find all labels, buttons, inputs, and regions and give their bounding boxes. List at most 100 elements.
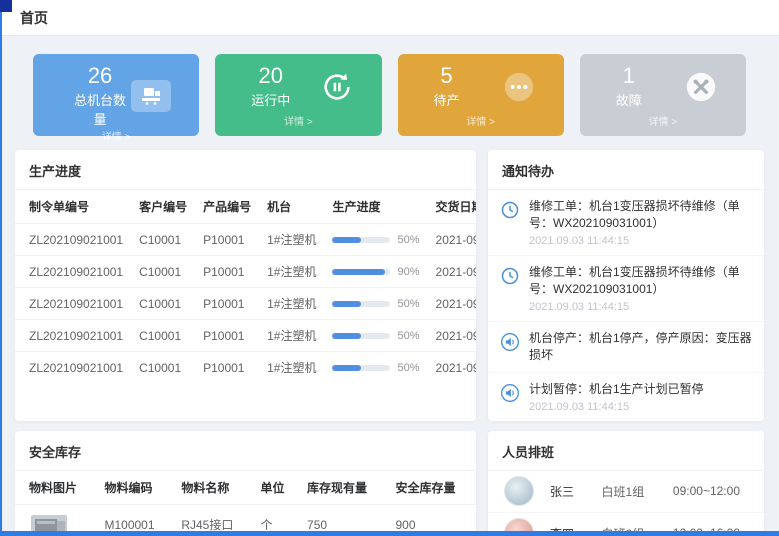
customer-cell: C10001 — [131, 256, 195, 288]
customer-cell: C10001 — [131, 320, 195, 352]
date-cell: 2021-09-10 — [428, 256, 476, 288]
progress-cell: 50% — [324, 352, 427, 384]
machine-cell: 1#注塑机 — [259, 320, 324, 352]
col-unit: 单位 — [252, 471, 299, 505]
notifications-panel-title: 通知待办 — [488, 150, 764, 190]
notification-body: 维修工单：机台1变压器损坏待维修（单号：WX202109031001） 2021… — [529, 264, 752, 313]
progress-bar — [332, 365, 390, 371]
production-progress-panel: 生产进度 制令单编号 客户编号 产品编号 机台 生产进度 交货日期 ZL2021… — [15, 150, 476, 421]
machine-cell: 1#注塑机 — [259, 256, 324, 288]
fault-value: 1 — [616, 64, 642, 88]
window-corner-accent — [0, 0, 12, 12]
order-no-cell: ZL202109021001 — [15, 288, 131, 320]
progress-label: 90% — [397, 266, 419, 278]
notification-text: 维修工单：机台1变压器损坏待维修（单号：WX202109031001） — [529, 264, 752, 299]
product-cell: P10001 — [195, 320, 259, 352]
notification-text: 维修工单：机台1变压器损坏待维修（单号：WX202109031001） — [529, 198, 752, 233]
notification-text: 计划暂停：机台1生产计划已暂停 — [529, 381, 704, 398]
notification-text: 机台停产：机台1停产，停产原因：变压器损坏 — [529, 330, 752, 365]
machine-cell: 1#注塑机 — [259, 224, 324, 256]
product-cell: P10001 — [195, 224, 259, 256]
progress-label: 50% — [397, 330, 419, 342]
stat-card-total-machines[interactable]: 26 总机台数量 详情 > — [33, 54, 199, 136]
stat-card-text: 20 运行中 — [251, 64, 290, 109]
waiting-detail-link[interactable]: 详情 > — [412, 113, 550, 130]
fault-label: 故障 — [616, 90, 642, 109]
product-cell: P10001 — [195, 256, 259, 288]
table-row: ZL202109021001 C10001 P10001 1#注塑机 50% 2… — [15, 352, 476, 384]
col-material-code: 物料编码 — [96, 471, 173, 505]
col-material-name: 物料名称 — [173, 471, 252, 505]
progress-bar — [332, 269, 390, 275]
notification-item[interactable]: 计划暂停：机台1生产计划已暂停 2021.09.03 11:44:15 — [488, 373, 764, 420]
order-no-cell: ZL202109021001 — [15, 256, 131, 288]
notification-time: 2021.09.03 11:44:15 — [529, 401, 704, 413]
col-product-no: 产品编号 — [195, 190, 259, 224]
stat-card-running[interactable]: 20 运行中 详情 > — [215, 54, 381, 136]
product-cell: P10001 — [195, 288, 259, 320]
col-machine: 机台 — [259, 190, 324, 224]
stat-card-body: 1 故障 — [594, 64, 732, 109]
notifications-panel: 通知待办 维修工单：机台1变压器损坏待维修（单号：WX202109031001）… — [488, 150, 764, 421]
notification-body: 机台停产：机台1停产，停产原因：变压器损坏 — [529, 330, 752, 365]
safety-stock-table: 物料图片 物料编码 物料名称 单位 库存现有量 安全库存量 M100001 — [15, 471, 476, 536]
date-cell: 2021-09-10 — [428, 224, 476, 256]
running-sync-icon — [320, 70, 354, 104]
notification-item[interactable]: 维修工单：机台1变压器损坏待维修（单号：WX202109031001） 2021… — [488, 190, 764, 256]
clock-icon — [500, 198, 520, 247]
machine-cell: 1#注塑机 — [259, 352, 324, 384]
stat-card-text: 5 待产 — [434, 64, 460, 109]
stat-card-body: 5 待产 — [412, 64, 550, 109]
notification-item[interactable]: 维修工单：机台1变压器损坏待维修（单号：WX202109031001） 2021… — [488, 256, 764, 322]
window-left-edge — [0, 0, 2, 536]
running-label: 运行中 — [251, 90, 290, 109]
progress-label: 50% — [397, 234, 419, 246]
notification-item[interactable]: 机台停产：机台1停产，停产原因：变压器损坏 — [488, 322, 764, 374]
progress-bar — [332, 333, 390, 339]
machine-icon — [131, 80, 171, 112]
progress-cell: 90% — [324, 256, 427, 288]
stat-card-body: 26 总机台数量 — [47, 64, 185, 128]
running-value: 20 — [251, 64, 290, 88]
stat-card-text: 26 总机台数量 — [69, 64, 131, 128]
table-row: ZL202109021001 C10001 P10001 1#注塑机 50% 2… — [15, 224, 476, 256]
date-cell: 2021-09-10 — [428, 352, 476, 384]
page-title: 首页 — [20, 8, 48, 28]
fault-detail-link[interactable]: 详情 > — [594, 113, 732, 130]
product-cell: P10001 — [195, 352, 259, 384]
progress-label: 50% — [397, 362, 419, 374]
notification-body: 维修工单：机台1变压器损坏待维修（单号：WX202109031001） 2021… — [529, 198, 752, 247]
notification-time: 2021.09.03 11:44:15 — [529, 301, 752, 313]
progress-cell: 50% — [324, 224, 427, 256]
order-no-cell: ZL202109021001 — [15, 352, 131, 384]
customer-cell: C10001 — [131, 352, 195, 384]
table-row: ZL202109021001 C10001 P10001 1#注塑机 50% 2… — [15, 320, 476, 352]
staff-time: 09:00~12:00 — [673, 484, 748, 498]
total-machines-detail-link[interactable]: 详情 > — [47, 128, 185, 145]
progress-bar — [332, 301, 390, 307]
staff-row: 张三 白班1组 09:00~12:00 — [488, 471, 764, 513]
page-header: 首页 — [0, 0, 779, 36]
stat-card-body: 20 运行中 — [229, 64, 367, 109]
production-header-row: 制令单编号 客户编号 产品编号 机台 生产进度 交货日期 — [15, 190, 476, 224]
stat-card-fault[interactable]: 1 故障 详情 > — [580, 54, 746, 136]
running-detail-link[interactable]: 详情 > — [229, 113, 367, 130]
progress-bar — [332, 237, 390, 243]
stat-cards-row: 26 总机台数量 详情 > 20 运行中 详情 > — [33, 54, 746, 136]
waiting-label: 待产 — [434, 90, 460, 109]
clock-icon — [500, 264, 520, 313]
waiting-ellipsis-icon — [502, 70, 536, 104]
notification-time: 2021.09.03 11:44:15 — [529, 235, 752, 247]
col-order-no: 制令单编号 — [15, 190, 131, 224]
inventory-header-row: 物料图片 物料编码 物料名称 单位 库存现有量 安全库存量 — [15, 471, 476, 505]
safety-stock-panel: 安全库存 物料图片 物料编码 物料名称 单位 库存现有量 安全库存量 — [15, 431, 476, 536]
date-cell: 2021-09-10 — [428, 320, 476, 352]
stat-card-waiting[interactable]: 5 待产 详情 > — [398, 54, 564, 136]
machine-cell: 1#注塑机 — [259, 288, 324, 320]
staff-schedule-panel: 人员排班 张三 白班1组 09:00~12:00 李四 白班2组 12:00~1… — [488, 431, 764, 536]
stat-card-text: 1 故障 — [616, 64, 642, 109]
col-safety-stock: 安全库存量 — [387, 471, 476, 505]
avatar — [504, 476, 534, 506]
customer-cell: C10001 — [131, 288, 195, 320]
safety-stock-panel-title: 安全库存 — [15, 431, 476, 471]
